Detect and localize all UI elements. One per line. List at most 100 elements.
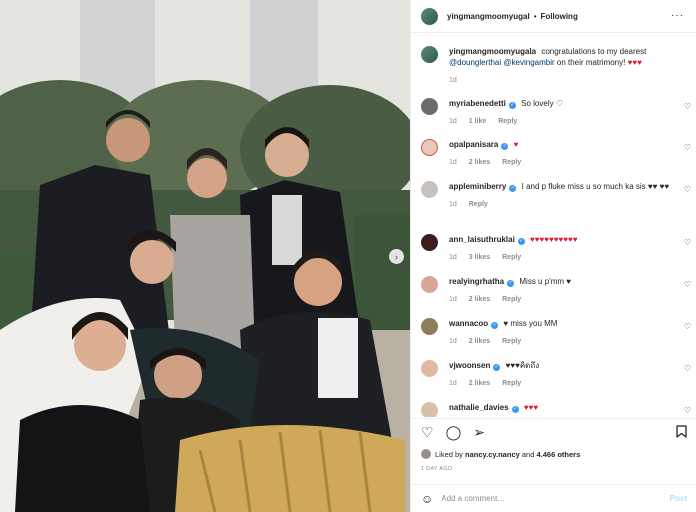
comment-body: realyingrhatha ✓ Miss u p'mm ♥ 1d 2 likes… [449, 276, 671, 305]
comment-text: ♥♥♥♥♥♥♥♥♥♥ [530, 235, 578, 244]
liked-by-user[interactable]: nancy.cy.nancy [465, 450, 520, 459]
comment-text: So lovely ♡ [521, 99, 563, 108]
comment-text: I and p fluke miss u so much ka sis ♥♥ ♥… [521, 182, 670, 191]
verified-badge-icon: ✓ [493, 364, 501, 371]
reply-button[interactable]: Reply [502, 296, 521, 303]
commenter-username[interactable]: vjwoonsen [449, 361, 490, 370]
comment-body: wannacoo ✓ ♥ miss you MM 1d 2 likes Reply [449, 318, 671, 347]
commenter-avatar[interactable] [421, 139, 438, 156]
mention-link[interactable]: @dounglerthai [449, 58, 501, 67]
heart-icon[interactable]: ♡ [684, 143, 691, 152]
add-comment-bar: ☺ Post [411, 484, 696, 512]
commenter-username[interactable]: appleminiberry [449, 182, 506, 191]
likes-summary: Liked by nancy.cy.nancy and 4.466 others [421, 449, 580, 459]
comment-meta: 1d 2 likes Reply [449, 294, 671, 305]
comment-body: ann_laisuthruklai ✓ ♥♥♥♥♥♥♥♥♥♥ 1d 3 likes… [449, 234, 671, 263]
commenter-avatar[interactable] [421, 181, 438, 198]
comment-text: ♥♥♥คิดถึง [505, 361, 540, 370]
verified-badge-icon: ✓ [501, 143, 509, 150]
caption-body: yingmangmoomyugala congratulations to my… [449, 46, 671, 86]
comment-meta: 1d 2 likes Reply [449, 157, 671, 168]
comment-input[interactable] [441, 494, 670, 503]
comment-text: ♥♥♥ [523, 403, 539, 412]
emoji-icon[interactable]: ☺ [421, 492, 433, 506]
comment-meta: 1d 1 like Reply [449, 116, 671, 127]
action-icons: ♡ ◯ ➢ [421, 425, 485, 439]
heart-emoji: ♥♥♥ [627, 58, 642, 67]
mention-link[interactable]: @kevingambir [503, 58, 554, 67]
verified-badge-icon: ✓ [491, 322, 499, 329]
post-photo[interactable]: › [0, 0, 410, 512]
share-icon[interactable]: ➢ [473, 425, 485, 439]
heart-icon[interactable]: ♡ [684, 364, 691, 373]
heart-icon[interactable]: ♡ [684, 185, 691, 194]
commenter-avatar[interactable] [421, 360, 438, 377]
heart-icon[interactable]: ♡ [684, 102, 691, 111]
chevron-right-icon: › [395, 251, 398, 262]
comments-list[interactable]: yingmangmoomyugala congratulations to my… [411, 34, 696, 417]
next-image-button[interactable]: › [389, 249, 404, 264]
commenter-avatar[interactable] [421, 234, 438, 251]
post-modal: › yingmangmoomyugal • Following ··· ying… [0, 0, 696, 512]
commenter-username[interactable]: nathalie_davies [449, 403, 509, 412]
caption-text-after: on their matrimony! [556, 58, 626, 67]
commenter-avatar[interactable] [421, 276, 438, 293]
separator-dot: • [533, 11, 537, 21]
reply-button[interactable]: Reply [502, 159, 521, 166]
commenter-avatar[interactable] [421, 98, 438, 115]
post-side-panel: yingmangmoomyugal • Following ··· yingma… [410, 0, 696, 512]
following-button[interactable]: Following [541, 12, 578, 21]
comment-likes[interactable]: 3 likes [469, 254, 490, 261]
heart-icon[interactable]: ♡ [684, 322, 691, 331]
comment-time: 1d [449, 254, 457, 261]
comment-time: 1d [449, 159, 457, 166]
comment-time: 1d [449, 338, 457, 345]
commenter-username[interactable]: opalpanisara [449, 140, 498, 149]
heart-icon[interactable]: ♡ [421, 425, 434, 439]
post-comment-button[interactable]: Post [670, 494, 687, 503]
comment-body: vjwoonsen ✓ ♥♥♥คิดถึง 1d 2 likes Reply [449, 360, 671, 389]
caption-meta: 1d [449, 75, 671, 86]
commenter-avatar[interactable] [421, 318, 438, 335]
comment-time: 1d [449, 296, 457, 303]
more-icon[interactable]: ··· [671, 10, 684, 21]
comment-time: 1d [449, 201, 457, 208]
comment-text: ♥ [513, 140, 519, 149]
reply-button[interactable]: Reply [502, 338, 521, 345]
heart-icon[interactable]: ♡ [684, 406, 691, 415]
commenter-avatar[interactable] [421, 402, 438, 417]
comment-likes[interactable]: 1 like [469, 118, 487, 125]
commenter-username[interactable]: myriabenedetti [449, 99, 506, 108]
comment-time: 1d [449, 380, 457, 387]
commenter-username[interactable]: realyingrhatha [449, 277, 504, 286]
reply-button[interactable]: Reply [469, 201, 488, 208]
comment-body: myriabenedetti ✓ So lovely ♡ 1d 1 like Re… [449, 98, 671, 127]
heart-icon[interactable]: ♡ [684, 238, 691, 247]
comment-likes[interactable]: 2 likes [469, 296, 490, 303]
comment-likes[interactable]: 2 likes [469, 380, 490, 387]
heart-icon[interactable]: ♡ [684, 280, 691, 289]
caption-username[interactable]: yingmangmoomyugala [449, 47, 536, 56]
comment-likes[interactable]: 2 likes [469, 159, 490, 166]
bookmark-icon[interactable] [676, 425, 687, 440]
caption-text-before: congratulations to my dearest [541, 47, 647, 56]
reply-button[interactable]: Reply [498, 118, 517, 125]
wedding-photo-illustration [0, 0, 410, 512]
author-avatar[interactable] [421, 7, 438, 25]
author-username[interactable]: yingmangmoomyugal [447, 12, 530, 21]
action-bar: ♡ ◯ ➢ Liked by nancy.cy.nancy and 4.466 … [411, 418, 696, 491]
others-count[interactable]: 4.466 others [536, 450, 580, 459]
liker-avatar[interactable] [421, 449, 431, 459]
comment-body: appleminiberry ✓ I and p fluke miss u so … [449, 181, 671, 210]
post-header: yingmangmoomyugal • Following ··· [411, 0, 696, 33]
verified-badge-icon: ✓ [508, 102, 516, 109]
caption-avatar[interactable] [421, 46, 438, 63]
commenter-username[interactable]: wannacoo [449, 319, 488, 328]
commenter-username[interactable]: ann_laisuthruklai [449, 235, 515, 244]
comment-likes[interactable]: 2 likes [469, 338, 490, 345]
comment-meta: 1d 2 likes Reply [449, 378, 671, 389]
post-time[interactable]: 1 DAY AGO [421, 466, 453, 472]
reply-button[interactable]: Reply [502, 254, 521, 261]
reply-button[interactable]: Reply [502, 380, 521, 387]
comment-icon[interactable]: ◯ [446, 425, 462, 439]
